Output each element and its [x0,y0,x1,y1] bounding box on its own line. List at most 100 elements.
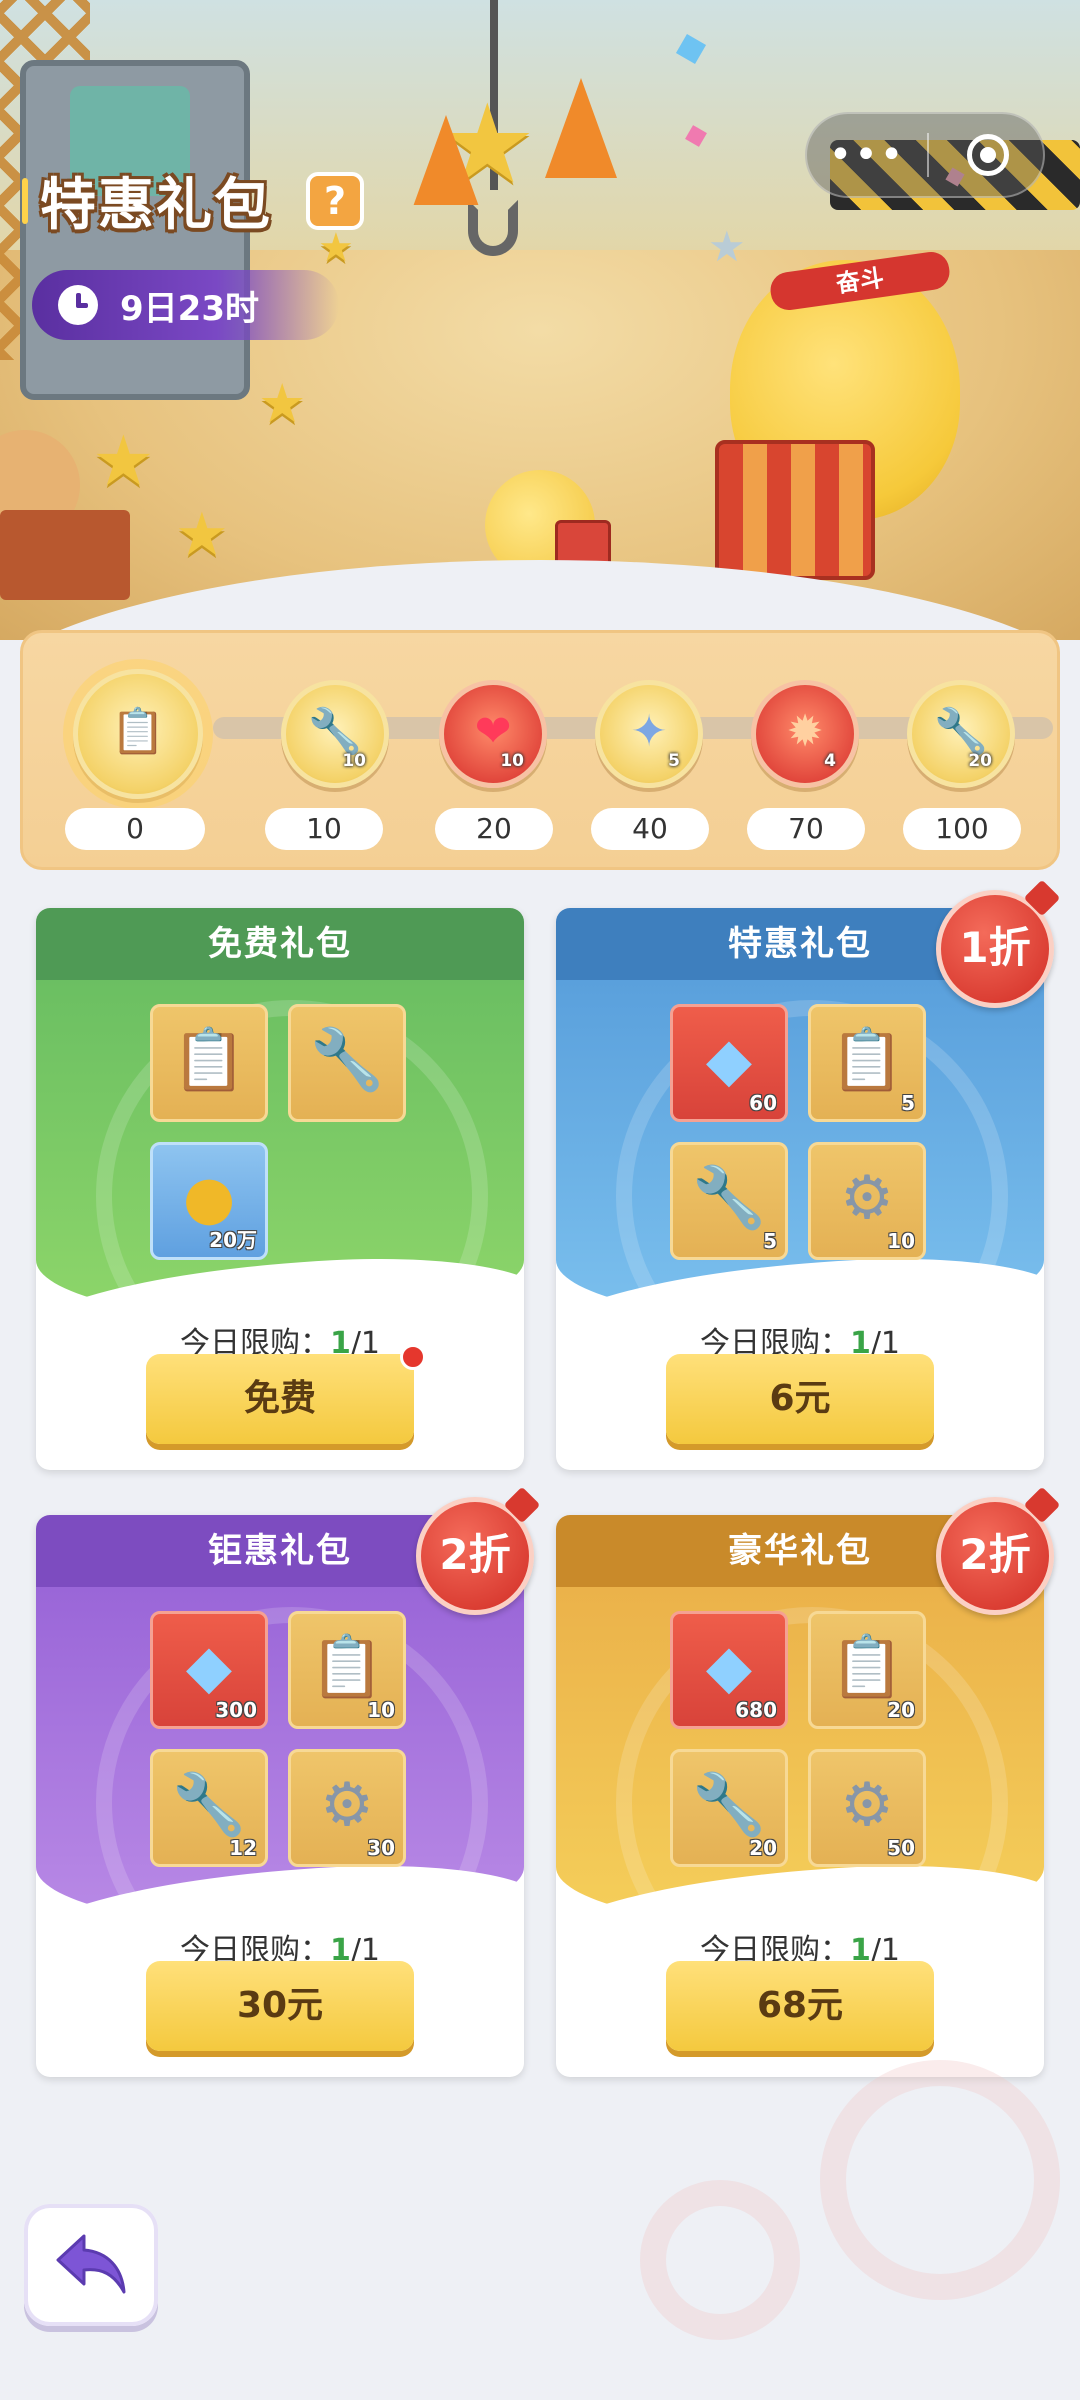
puzzle-icon: ✦ [630,705,668,757]
gold-coin-icon: ● [182,1163,236,1233]
pack-item[interactable]: 📋 5 [808,1004,926,1122]
wrench-icon: 🔧 [307,705,363,757]
item-count: 20万 [209,1228,257,1252]
more-dots-icon[interactable]: ••• [807,135,927,175]
star-decoration: ★ [258,372,307,435]
node-count: 5 [668,751,680,771]
notification-dot [400,1344,426,1370]
capsule-divider [927,133,929,177]
item-count: 300 [215,1698,257,1722]
progress-node[interactable]: ✦ 5 [595,680,703,788]
crane-hook [468,200,518,256]
traffic-cone [413,115,479,205]
reward-progress-panel: 📋 0 🔧 10 10 ❤ 10 20 ✦ 5 40 ✹ 4 70 🔧 20 1… [20,630,1060,870]
clipboard-icon: 📋 [829,1632,905,1702]
heart-icon: ❤ [474,705,512,757]
page-header: 特惠礼包 ? [22,160,364,241]
pack-item[interactable]: 📋 20 [808,1611,926,1729]
progress-node[interactable]: 🔧 20 [907,680,1015,788]
wrench-icon: 🔧 [171,1770,247,1840]
star-decoration: ★ [708,222,746,271]
discount-badge: 2折 [416,1497,534,1615]
title-accent [22,177,28,224]
timer-text: 9日23时 [120,288,259,329]
clipboard-icon: 📋 [110,705,166,757]
discount-badge: 2折 [936,1497,1054,1615]
node-count: 4 [824,751,836,771]
pack-item[interactable]: 🔧 12 [150,1749,268,1867]
pack-items: ◆ 680 📋 20 🔧 20 ⚙ 50 [670,1611,930,1867]
wrench-icon: 🔧 [933,705,989,757]
milestone-value: 70 [747,808,865,850]
pack-item[interactable]: ◆ 60 [670,1004,788,1122]
pack-item[interactable]: ⚙ 50 [808,1749,926,1867]
progress-node[interactable]: ✹ 4 [751,680,859,788]
pack-items: ◆ 60 📋 5 🔧 5 ⚙ 10 [670,1004,930,1260]
node-count: 10 [342,751,366,771]
gear-icon: ⚙ [840,1163,894,1233]
pack-item[interactable]: 🔧 5 [670,1142,788,1260]
pack-item[interactable]: ⚙ 30 [288,1749,406,1867]
pack-items: 📋 🔧 ● 20万 [150,1004,410,1260]
buy-button[interactable]: 免费 [146,1354,414,1444]
star-decoration: ★ [175,500,229,570]
question-icon[interactable]: ? [306,171,364,230]
item-count: 10 [887,1229,915,1253]
item-count: 60 [749,1091,777,1115]
node-count: 10 [500,751,524,771]
gear-decoration-icon [820,2060,1060,2300]
pack-item[interactable]: ◆ 300 [150,1611,268,1729]
progress-node[interactable]: ❤ 10 [439,680,547,788]
discount-badge: 1折 [936,890,1054,1008]
buy-button[interactable]: 30元 [146,1961,414,2051]
pack-item[interactable]: 📋 10 [288,1611,406,1729]
item-count: 5 [763,1229,777,1253]
wrench-icon: 🔧 [691,1163,767,1233]
pack-items: ◆ 300 📋 10 🔧 12 ⚙ 30 [150,1611,410,1867]
close-target-icon[interactable] [967,134,1009,176]
node-count: 20 [968,751,992,771]
buy-button[interactable]: 68元 [666,1961,934,2051]
wrench-icon: 🔧 [691,1770,767,1840]
back-button[interactable] [24,2204,158,2326]
countdown-timer: 9日23时 [32,270,339,340]
clock-icon [58,285,98,325]
diamond-icon: ◆ [185,1632,233,1702]
milestone-value: 0 [65,808,205,850]
gear-icon: ⚙ [320,1770,374,1840]
small-gift-illustration [555,520,611,574]
progress-node[interactable]: 📋 [73,669,203,799]
clipboard-icon: 📋 [309,1632,385,1702]
star-decoration: ★ [92,420,155,502]
page-title: 特惠礼包 [40,173,272,238]
milestone-value: 100 [903,808,1021,850]
back-arrow-icon [56,2234,126,2294]
item-count: 50 [887,1836,915,1860]
diamond-icon: ◆ [705,1025,753,1095]
milestone-value: 40 [591,808,709,850]
pack-item[interactable]: ● 20万 [150,1142,268,1260]
pack-item[interactable]: 🔧 [288,1004,406,1122]
item-count: 10 [367,1698,395,1722]
traffic-cone [545,78,617,178]
pack-title: 免费礼包 [36,908,524,980]
diamond-icon: ◆ [705,1632,753,1702]
fireball-icon: ✹ [786,705,824,757]
item-count: 680 [735,1698,777,1722]
clipboard-icon: 📋 [171,1025,247,1095]
buy-button[interactable]: 6元 [666,1354,934,1444]
bricks-illustration [0,510,130,600]
item-count: 12 [229,1836,257,1860]
pack-card-free: 免费礼包 📋 🔧 ● 20万 今日限购：1/1 免费 [36,908,524,1470]
item-count: 20 [749,1836,777,1860]
item-count: 30 [367,1836,395,1860]
clipboard-icon: 📋 [829,1025,905,1095]
pack-item[interactable]: 🔧 20 [670,1749,788,1867]
item-count: 5 [901,1091,915,1115]
item-count: 20 [887,1698,915,1722]
pack-item[interactable]: 📋 [150,1004,268,1122]
pack-item[interactable]: ◆ 680 [670,1611,788,1729]
progress-node[interactable]: 🔧 10 [281,680,389,788]
pack-item[interactable]: ⚙ 10 [808,1142,926,1260]
wrench-icon: 🔧 [309,1025,385,1095]
